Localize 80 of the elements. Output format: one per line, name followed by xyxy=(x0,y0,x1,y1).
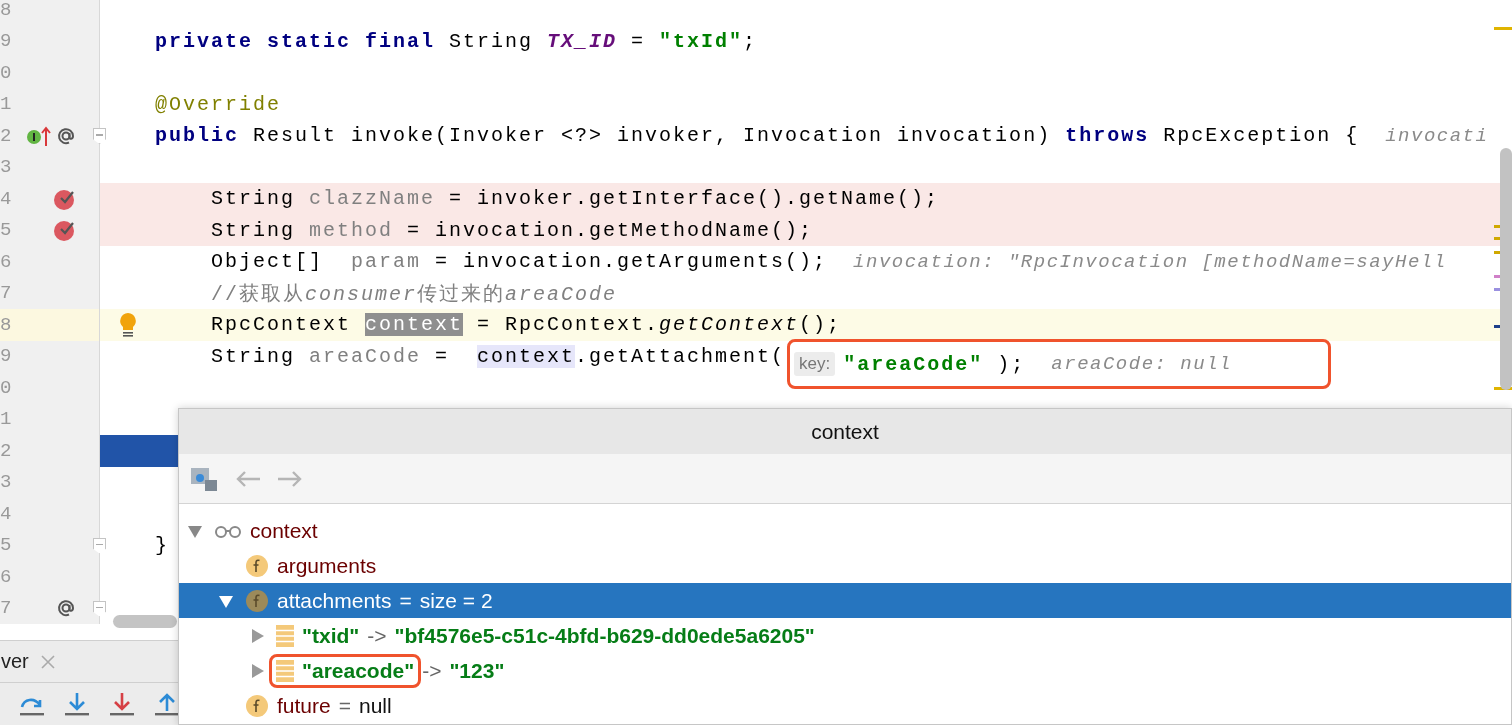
entry-icon xyxy=(276,658,294,683)
value-hint: invocati xyxy=(1385,124,1489,147)
variable-name: arguments xyxy=(277,553,377,578)
line-number: 8 xyxy=(0,313,13,336)
entry-icon xyxy=(276,623,294,648)
line-number: 5 xyxy=(0,219,13,242)
separator: = xyxy=(338,693,351,718)
line-number: 9 xyxy=(0,345,13,368)
forward-arrow-icon[interactable] xyxy=(277,469,303,488)
field-icon xyxy=(245,693,269,718)
code-text: String areaCode = context.getAttachment( xyxy=(211,344,786,368)
variable-name: "areacode" xyxy=(302,658,415,683)
code-text: Object[] param = invocation.getArguments(); xyxy=(211,250,828,274)
line-number: 3 xyxy=(0,471,13,494)
variable-value: "123" xyxy=(449,658,505,683)
scrollbar[interactable] xyxy=(1500,148,1512,390)
fold-marker[interactable] xyxy=(93,537,106,554)
line-number: 6 xyxy=(0,250,13,273)
variable-value: null xyxy=(358,693,392,718)
code-text: public Result invoke(Invoker <?> invoker, Invocation invocation) throws RpcException { xyxy=(155,124,1360,148)
tree-row[interactable]: attachments = size = 2 xyxy=(179,583,1511,618)
line-number: 9 xyxy=(0,30,13,53)
expand-triangle-icon[interactable] xyxy=(249,662,265,679)
code-text: String clazzName = invoker.getInterface().getName(); xyxy=(211,187,940,211)
code-text: RpcContext context = RpcContext.getContext(); xyxy=(211,313,842,337)
variable-value: "bf4576e5-c51c-4bfd-b629-dd0ede5a6205" xyxy=(394,623,815,648)
code-text: @Override xyxy=(155,92,282,116)
line-number: 1 xyxy=(0,93,13,116)
variable-name: context xyxy=(250,518,318,543)
code-text: String method = invocation.getMethodName(); xyxy=(211,218,814,242)
line-number: 2 xyxy=(0,124,13,147)
line-number: 4 xyxy=(0,502,13,525)
line-number: 7 xyxy=(0,597,13,620)
code-text: //获取从consumer传过来的areaCode xyxy=(211,281,618,307)
value-hint: areaCode: null xyxy=(1051,353,1232,376)
variable-name: attachments xyxy=(277,588,392,613)
variable-name: future xyxy=(277,693,331,718)
separator: -> xyxy=(422,658,442,683)
force-step-into-icon xyxy=(110,691,134,717)
line-number: 5 xyxy=(0,534,13,557)
tree-row[interactable]: future = null xyxy=(179,688,1511,723)
line-number: 7 xyxy=(0,282,13,305)
code-text: private static final String TX_ID = "txId"; xyxy=(155,29,758,53)
field-icon xyxy=(245,588,269,613)
line-number: 0 xyxy=(0,376,13,399)
panel-tab[interactable]: ver xyxy=(1,650,55,673)
step-into-icon xyxy=(65,691,89,717)
fold-marker[interactable] xyxy=(93,600,106,617)
line-number: 6 xyxy=(0,565,13,588)
line-number: 4 xyxy=(0,187,13,210)
glasses-icon xyxy=(214,523,242,538)
line-number: 0 xyxy=(0,61,13,84)
line-number: 8 xyxy=(0,0,13,21)
separator: = xyxy=(399,588,412,613)
line-number: 1 xyxy=(0,408,13,431)
breakpoint-icon[interactable] xyxy=(53,218,77,243)
scrollbar[interactable] xyxy=(113,615,177,628)
code-text: } xyxy=(155,533,169,557)
tree-row[interactable]: "txid" -> "bf4576e5-c51c-4bfd-b629-dd0ede5a6205" xyxy=(179,618,1511,653)
tree-view-icon[interactable] xyxy=(191,465,219,492)
tree-row[interactable]: "areacode" -> "123" xyxy=(179,653,1511,688)
close-icon[interactable] xyxy=(40,654,55,669)
back-arrow-icon[interactable] xyxy=(235,469,261,488)
parameter-hint: key: xyxy=(794,352,836,377)
tree-row[interactable]: arguments xyxy=(179,548,1511,583)
line-number: 2 xyxy=(0,439,13,462)
variable-value: size = 2 xyxy=(419,588,493,613)
fold-marker[interactable] xyxy=(93,128,106,144)
tree-row[interactable]: context xyxy=(179,513,1511,548)
line-number: 3 xyxy=(0,156,13,179)
code-text: "areaCode" ); xyxy=(843,352,1026,376)
popup-title: context xyxy=(811,419,879,444)
step-out-icon xyxy=(155,691,179,717)
field-icon xyxy=(245,553,269,578)
lightbulb-icon[interactable] xyxy=(117,311,138,338)
value-hint: invocation: "RpcInvocation [methodName=sayHell xyxy=(853,250,1447,273)
separator: -> xyxy=(367,623,387,648)
implementation-icon[interactable] xyxy=(27,124,51,147)
expand-triangle-icon[interactable] xyxy=(249,627,265,644)
variable-name: "txid" xyxy=(302,623,360,648)
